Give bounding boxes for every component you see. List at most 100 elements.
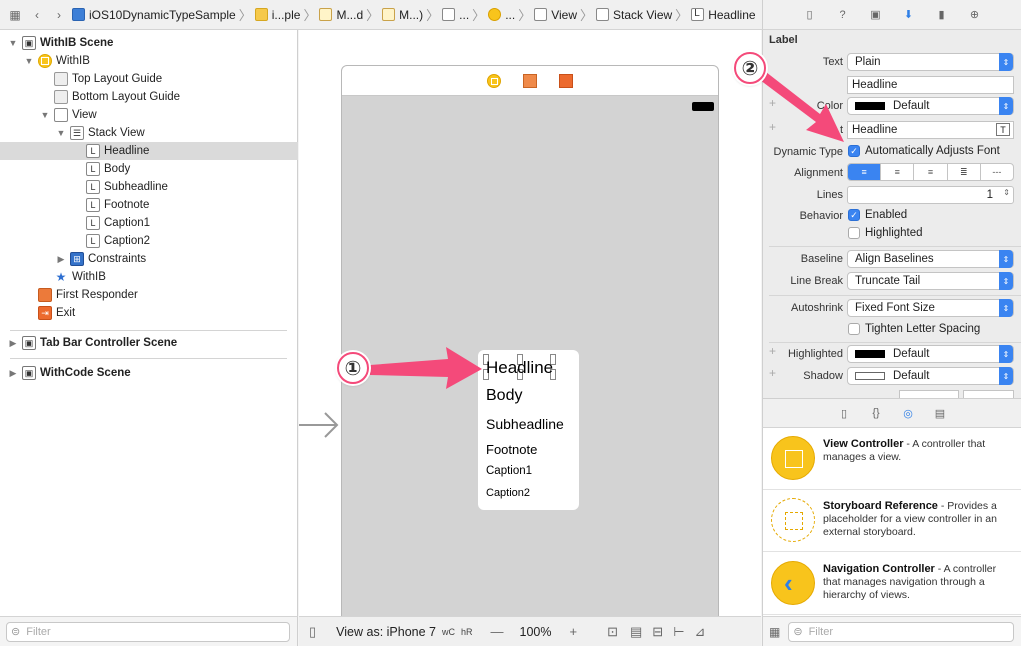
outline-filter-input[interactable]: ⊜ Filter: [6, 621, 290, 642]
text-field[interactable]: Headline: [847, 76, 1014, 94]
pin-icon[interactable]: ⊢: [673, 624, 684, 640]
outline-row-footnote[interactable]: L Footnote: [86, 196, 149, 214]
connections-inspector-icon[interactable]: ⊕: [968, 8, 982, 22]
outline-row-body[interactable]: L Body: [86, 160, 130, 178]
outline-row-bottom-guide[interactable]: Bottom Layout Guide: [54, 88, 180, 106]
outline-row-constraints[interactable]: ▶ ⊞ Constraints: [56, 250, 146, 268]
align-justify-icon[interactable]: ≣: [948, 164, 981, 180]
outline-row-view[interactable]: ▼ View: [40, 106, 97, 124]
outline-row-tabbar-scene[interactable]: ▶ ▣ Tab Bar Controller Scene: [8, 334, 177, 352]
align-icon[interactable]: ⊟: [652, 624, 663, 640]
breadcrumb-storyboard-base[interactable]: M...) 〉: [382, 0, 442, 30]
breadcrumb-stackview[interactable]: Stack View 〉: [596, 0, 691, 30]
library-item-storyboard-reference[interactable]: Storyboard Reference - Provides a placeh…: [763, 490, 1021, 552]
breadcrumb-view[interactable]: View 〉: [534, 0, 596, 30]
breadcrumb-controller[interactable]: ... 〉: [488, 0, 534, 30]
body-label[interactable]: Body: [486, 387, 522, 405]
outline-row-caption1[interactable]: L Caption1: [86, 214, 150, 232]
shadow-offset-field[interactable]: [899, 390, 959, 398]
outline-row-subheadline[interactable]: L Subheadline: [86, 178, 168, 196]
breadcrumb-scene[interactable]: ... 〉: [442, 0, 488, 30]
storyboard-canvas[interactable]: Headline Body Subheadline Footnote Capti…: [299, 30, 761, 625]
enabled-checkbox[interactable]: ✓: [848, 209, 860, 221]
align-center-icon[interactable]: ≡: [881, 164, 915, 180]
code-snippet-icon[interactable]: {}: [869, 406, 883, 420]
file-inspector-icon[interactable]: ▯: [803, 8, 817, 22]
stack-view[interactable]: Headline Body Subheadline Footnote Capti…: [478, 350, 579, 510]
breadcrumb-headline[interactable]: Headline: [691, 0, 756, 30]
breadcrumb-storyboard[interactable]: M...d 〉: [319, 0, 382, 30]
footnote-label[interactable]: Footnote: [486, 442, 537, 457]
view-controller-icon[interactable]: [487, 73, 501, 88]
align-right-icon[interactable]: ≡: [914, 164, 948, 180]
baseline-popup[interactable]: Align Baselines ⇕: [847, 250, 1014, 268]
lines-field[interactable]: 1 ⇕: [847, 186, 1014, 204]
linebreak-popup[interactable]: Truncate Tail ⇕: [847, 272, 1014, 290]
file-template-icon[interactable]: ▯: [837, 406, 851, 420]
highlighted-color-popup[interactable]: Default ⇕: [847, 345, 1014, 363]
resolve-issues-icon[interactable]: ⊿: [695, 624, 706, 640]
stack-icon[interactable]: ▤: [630, 624, 642, 640]
view-as-label[interactable]: View as: iPhone 7: [336, 625, 436, 639]
object-library-icon[interactable]: ◎: [901, 406, 915, 420]
outline-row-stack-view[interactable]: ▼ ☰ Stack View: [56, 124, 145, 142]
outline-row-first-responder[interactable]: First Responder: [38, 286, 138, 304]
outline-row-caption2[interactable]: L Caption2: [86, 232, 150, 250]
zoom-out-icon[interactable]: —: [491, 624, 504, 639]
font-field[interactable]: Headline T: [847, 121, 1014, 139]
back-icon[interactable]: ‹: [30, 8, 44, 22]
media-library-icon[interactable]: ▤: [933, 406, 947, 420]
disclosure-open-icon[interactable]: ▼: [8, 38, 18, 48]
outline-toggle-icon[interactable]: ▯: [309, 624, 316, 640]
breadcrumb-folder[interactable]: i...ple 〉: [254, 0, 320, 30]
outline-row-headline[interactable]: L Headline: [0, 142, 298, 160]
entry-point-arrow-icon[interactable]: [299, 410, 341, 440]
library-item-view-controller[interactable]: View Controller - A controller that mana…: [763, 428, 1021, 490]
color-popup[interactable]: Default ⇕: [847, 97, 1014, 115]
size-inspector-icon[interactable]: ▮: [935, 8, 949, 22]
first-responder-icon[interactable]: [523, 73, 537, 88]
align-natural-icon[interactable]: ---: [981, 164, 1013, 180]
outline-row-withib-scene[interactable]: ▼ ▣ WithIB Scene: [8, 34, 113, 52]
alignment-control[interactable]: ≡ ≡ ≡ ≣ ---: [847, 163, 1014, 181]
outline-row-top-guide[interactable]: Top Layout Guide: [54, 70, 162, 88]
update-frames-icon[interactable]: ⊡: [607, 624, 618, 640]
disclosure-open-icon[interactable]: ▼: [24, 56, 34, 66]
shadow-popup[interactable]: Default ⇕: [847, 367, 1014, 385]
disclosure-closed-icon[interactable]: ▶: [8, 338, 18, 349]
text-type-popup[interactable]: Plain ⇕: [847, 53, 1014, 71]
exit-icon[interactable]: [559, 73, 573, 88]
font-picker-icon[interactable]: T: [996, 123, 1010, 136]
identity-inspector-icon[interactable]: ▣: [869, 8, 883, 22]
align-left-icon[interactable]: ≡: [848, 164, 882, 180]
disclosure-closed-icon[interactable]: ▶: [56, 254, 66, 265]
outline-row-exit[interactable]: ⇥ Exit: [38, 304, 75, 322]
shadow-offset-field[interactable]: [963, 390, 1014, 398]
zoom-in-icon[interactable]: +: [570, 624, 578, 639]
auto-adjust-checkbox[interactable]: ✓: [848, 145, 860, 157]
quick-help-icon[interactable]: ?: [836, 8, 850, 22]
caption2-label[interactable]: Caption2: [486, 487, 530, 499]
disclosure-open-icon[interactable]: ▼: [56, 128, 66, 138]
library-filter-input[interactable]: ⊜ Filter: [788, 621, 1015, 642]
stepper-icon[interactable]: ⇕: [1003, 188, 1010, 197]
library-item-navigation-controller[interactable]: ‹ Navigation Controller - A controller t…: [763, 553, 1021, 615]
headline-label[interactable]: Headline: [486, 358, 553, 378]
outline-row-withib-vc[interactable]: ▼ WithIB: [24, 52, 90, 70]
view-controller-scene[interactable]: [341, 65, 719, 625]
breadcrumb-project[interactable]: iOS10DynamicTypeSample 〉: [72, 0, 255, 30]
attributes-inspector-icon[interactable]: ⬇: [902, 8, 916, 22]
grid-view-icon[interactable]: ▦: [769, 625, 780, 639]
autoshrink-popup[interactable]: Fixed Font Size ⇕: [847, 299, 1014, 317]
outline-row-withib-icon[interactable]: ★ WithIB: [54, 268, 106, 286]
caption1-label[interactable]: Caption1: [486, 465, 532, 477]
grid-icon[interactable]: ▦: [8, 8, 22, 22]
tighten-checkbox[interactable]: [848, 323, 860, 335]
disclosure-closed-icon[interactable]: ▶: [8, 368, 18, 379]
disclosure-open-icon[interactable]: ▼: [40, 110, 50, 120]
highlighted-checkbox[interactable]: [848, 227, 860, 239]
subheadline-label[interactable]: Subheadline: [486, 416, 564, 432]
forward-icon[interactable]: ›: [52, 8, 66, 22]
outline-row-withcode-scene[interactable]: ▶ ▣ WithCode Scene: [8, 364, 131, 382]
outline-filter-bar: ⊜ Filter: [0, 616, 298, 646]
